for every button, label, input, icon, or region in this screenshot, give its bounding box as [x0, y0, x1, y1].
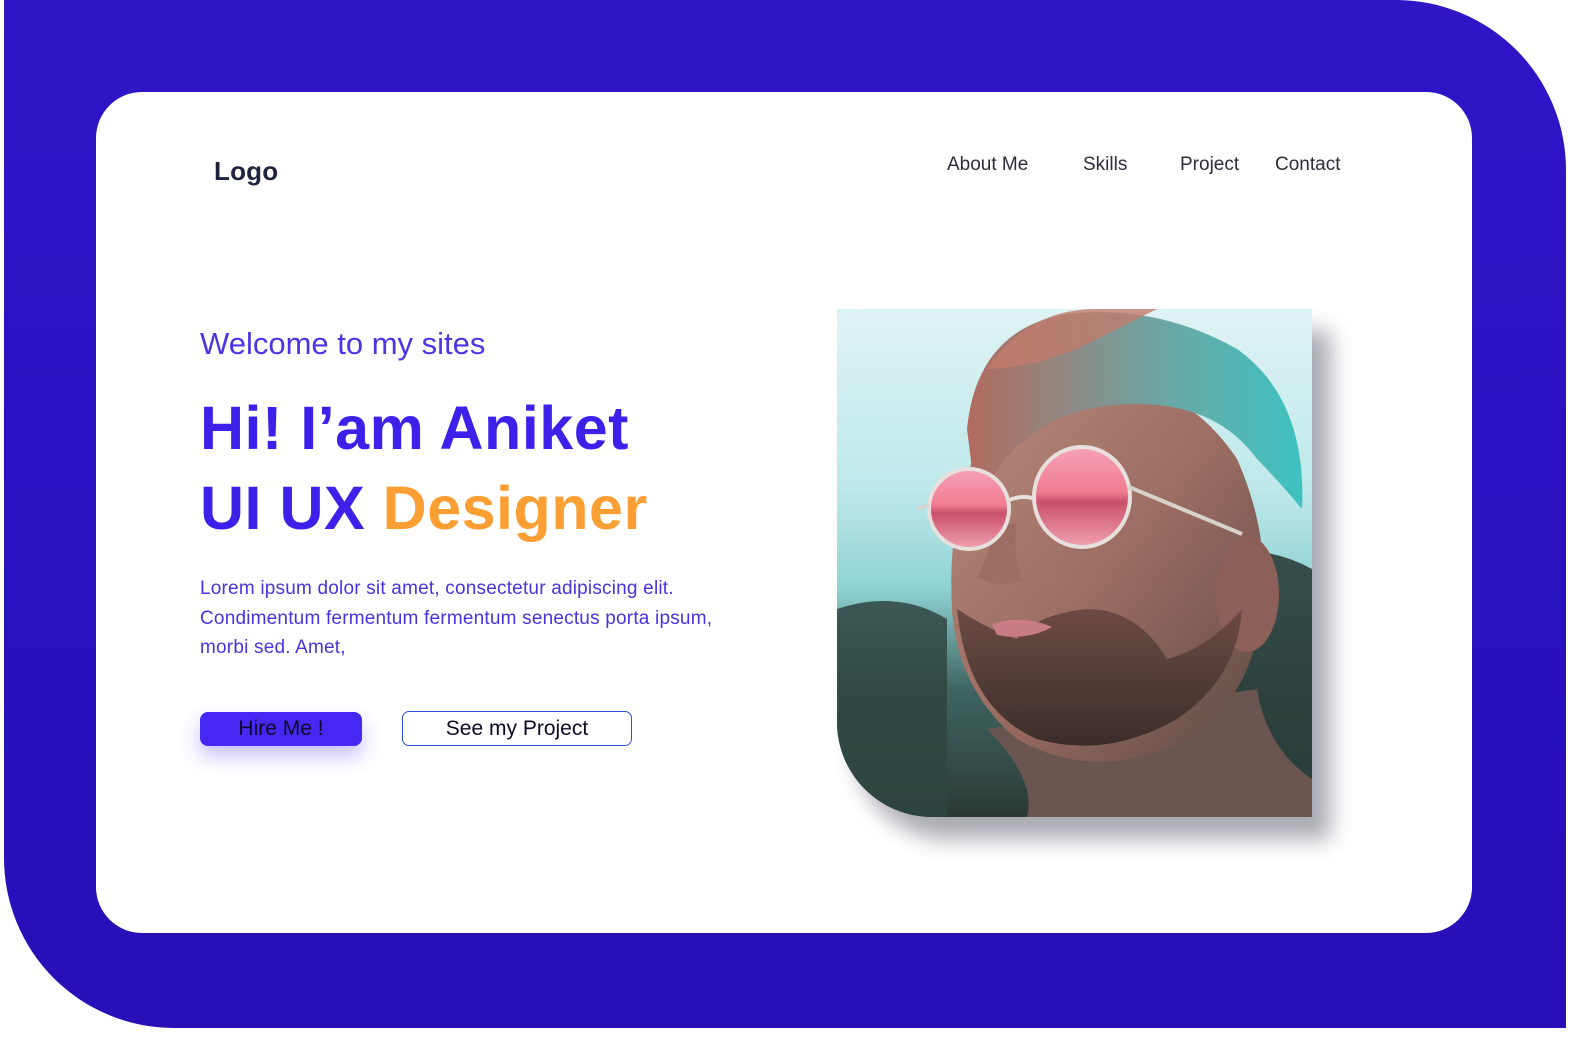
welcome-text: Welcome to my sites: [200, 326, 486, 361]
hire-me-button[interactable]: Hire Me !: [200, 712, 362, 746]
nav-item-project[interactable]: Project: [1180, 154, 1239, 176]
headline-accent: Designer: [382, 474, 648, 542]
hero-description: Lorem ipsum dolor sit amet, consectetur …: [200, 578, 713, 658]
hero-headline: Hi! I’am Aniket UI UX Designer: [200, 388, 648, 548]
headline-line-2: UI UX Designer: [200, 468, 648, 548]
nav-item-skills[interactable]: Skills: [1083, 154, 1127, 176]
headline-prefix: UI UX: [200, 474, 366, 542]
nav-item-contact[interactable]: Contact: [1275, 154, 1340, 176]
headline-line-1: Hi! I’am Aniket: [200, 394, 629, 462]
portrait-photo: [837, 309, 1312, 817]
portrait-icon: [837, 309, 1312, 817]
see-project-button[interactable]: See my Project: [402, 711, 632, 746]
nav-item-about-me[interactable]: About Me: [947, 154, 1028, 176]
landing-card: Logo About Me Skills Project Contact Wel…: [96, 92, 1472, 933]
main-nav: About Me Skills Project Contact: [96, 154, 1472, 184]
